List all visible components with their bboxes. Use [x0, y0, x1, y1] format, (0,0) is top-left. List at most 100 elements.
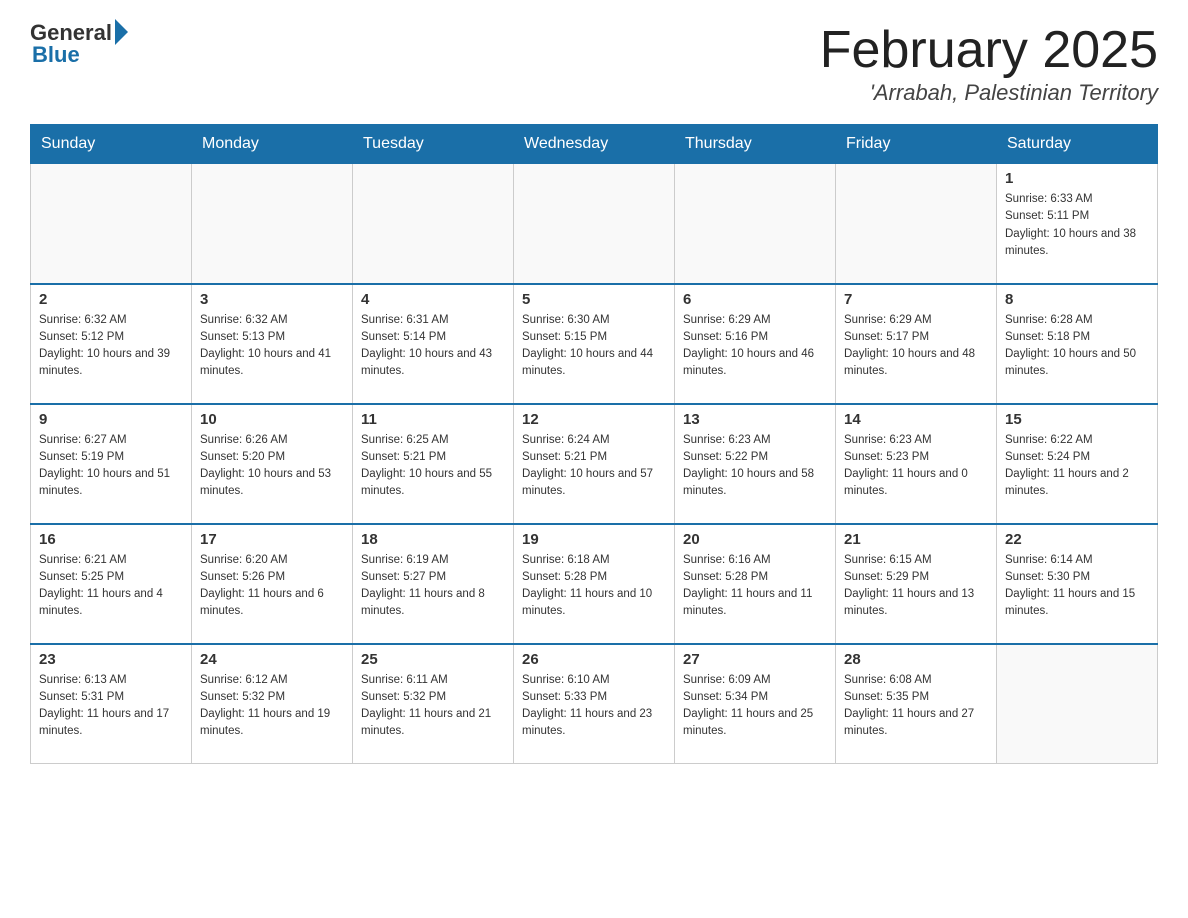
day-info: Sunrise: 6:15 AMSunset: 5:29 PMDaylight:… — [844, 552, 988, 621]
day-info: Sunrise: 6:23 AMSunset: 5:23 PMDaylight:… — [844, 432, 988, 501]
calendar-cell: 28 Sunrise: 6:08 AMSunset: 5:35 PMDayligh… — [836, 644, 997, 764]
day-number: 1 — [1005, 170, 1149, 187]
calendar-cell: 19 Sunrise: 6:18 AMSunset: 5:28 PMDayligh… — [514, 524, 675, 644]
day-number: 8 — [1005, 291, 1149, 308]
calendar-cell: 5Sunrise: 6:30 AMSunset: 5:15 PMDaylight… — [514, 284, 675, 404]
day-number: 10 — [200, 411, 344, 428]
day-info: Sunrise: 6:27 AMSunset: 5:19 PMDaylight:… — [39, 432, 183, 501]
day-info: Sunrise: 6:30 AMSunset: 5:15 PMDaylight:… — [522, 312, 666, 381]
calendar-cell — [192, 164, 353, 284]
day-number: 3 — [200, 291, 344, 308]
day-info: Sunrise: 6:26 AMSunset: 5:20 PMDaylight:… — [200, 432, 344, 501]
day-info: Sunrise: 6:08 AMSunset: 5:35 PMDaylight:… — [844, 672, 988, 741]
calendar-cell: 3 Sunrise: 6:32 AMSunset: 5:13 PMDaylight… — [192, 284, 353, 404]
page-header: General Blue February 2025 'Arrabah, Pal… — [30, 20, 1158, 106]
calendar-cell: 20 Sunrise: 6:16 AMSunset: 5:28 PMDayligh… — [675, 524, 836, 644]
day-info: Sunrise: 6:29 AMSunset: 5:16 PMDaylight:… — [683, 312, 827, 381]
day-number: 16 — [39, 531, 183, 548]
calendar-cell: 10 Sunrise: 6:26 AMSunset: 5:20 PMDayligh… — [192, 404, 353, 524]
calendar-cell: 24 Sunrise: 6:12 AMSunset: 5:32 PMDayligh… — [192, 644, 353, 764]
col-header-thursday: Thursday — [675, 125, 836, 164]
logo-arrow-icon — [115, 19, 128, 45]
day-number: 7 — [844, 291, 988, 308]
day-number: 17 — [200, 531, 344, 548]
month-year-title: February 2025 — [820, 20, 1158, 80]
day-number: 20 — [683, 531, 827, 548]
day-number: 27 — [683, 651, 827, 668]
col-header-sunday: Sunday — [31, 125, 192, 164]
day-number: 18 — [361, 531, 505, 548]
day-info: Sunrise: 6:32 AMSunset: 5:13 PMDaylight:… — [200, 312, 344, 381]
day-number: 23 — [39, 651, 183, 668]
day-info: Sunrise: 6:21 AMSunset: 5:25 PMDaylight:… — [39, 552, 183, 621]
week-row-1: 1 Sunrise: 6:33 AMSunset: 5:11 PMDaylight… — [31, 164, 1158, 284]
calendar-cell: 16 Sunrise: 6:21 AMSunset: 5:25 PMDayligh… — [31, 524, 192, 644]
day-number: 21 — [844, 531, 988, 548]
calendar-table: SundayMondayTuesdayWednesdayThursdayFrid… — [30, 124, 1158, 764]
calendar-cell: 22 Sunrise: 6:14 AMSunset: 5:30 PMDayligh… — [997, 524, 1158, 644]
calendar-cell — [675, 164, 836, 284]
calendar-cell: 11 Sunrise: 6:25 AMSunset: 5:21 PMDayligh… — [353, 404, 514, 524]
calendar-cell — [353, 164, 514, 284]
day-info: Sunrise: 6:23 AMSunset: 5:22 PMDaylight:… — [683, 432, 827, 501]
day-info: Sunrise: 6:14 AMSunset: 5:30 PMDaylight:… — [1005, 552, 1149, 621]
title-block: February 2025 'Arrabah, Palestinian Terr… — [820, 20, 1158, 106]
day-info: Sunrise: 6:33 AMSunset: 5:11 PMDaylight:… — [1005, 191, 1149, 260]
calendar-cell: 18Sunrise: 6:19 AMSunset: 5:27 PMDayligh… — [353, 524, 514, 644]
day-number: 24 — [200, 651, 344, 668]
calendar-cell: 27Sunrise: 6:09 AMSunset: 5:34 PMDayligh… — [675, 644, 836, 764]
calendar-cell: 6 Sunrise: 6:29 AMSunset: 5:16 PMDaylight… — [675, 284, 836, 404]
day-info: Sunrise: 6:10 AMSunset: 5:33 PMDaylight:… — [522, 672, 666, 741]
week-row-4: 16 Sunrise: 6:21 AMSunset: 5:25 PMDayligh… — [31, 524, 1158, 644]
col-header-tuesday: Tuesday — [353, 125, 514, 164]
day-number: 2 — [39, 291, 183, 308]
day-number: 28 — [844, 651, 988, 668]
day-number: 14 — [844, 411, 988, 428]
day-info: Sunrise: 6:13 AMSunset: 5:31 PMDaylight:… — [39, 672, 183, 741]
day-number: 12 — [522, 411, 666, 428]
day-number: 22 — [1005, 531, 1149, 548]
day-info: Sunrise: 6:22 AMSunset: 5:24 PMDaylight:… — [1005, 432, 1149, 501]
day-number: 19 — [522, 531, 666, 548]
calendar-cell: 26 Sunrise: 6:10 AMSunset: 5:33 PMDayligh… — [514, 644, 675, 764]
day-number: 26 — [522, 651, 666, 668]
day-info: Sunrise: 6:16 AMSunset: 5:28 PMDaylight:… — [683, 552, 827, 621]
day-info: Sunrise: 6:25 AMSunset: 5:21 PMDaylight:… — [361, 432, 505, 501]
week-row-3: 9 Sunrise: 6:27 AMSunset: 5:19 PMDaylight… — [31, 404, 1158, 524]
day-number: 11 — [361, 411, 505, 428]
calendar-cell: 8 Sunrise: 6:28 AMSunset: 5:18 PMDaylight… — [997, 284, 1158, 404]
day-info: Sunrise: 6:28 AMSunset: 5:18 PMDaylight:… — [1005, 312, 1149, 381]
calendar-cell: 4Sunrise: 6:31 AMSunset: 5:14 PMDaylight… — [353, 284, 514, 404]
day-info: Sunrise: 6:20 AMSunset: 5:26 PMDaylight:… — [200, 552, 344, 621]
calendar-cell: 9 Sunrise: 6:27 AMSunset: 5:19 PMDaylight… — [31, 404, 192, 524]
col-header-monday: Monday — [192, 125, 353, 164]
calendar-cell: 12 Sunrise: 6:24 AMSunset: 5:21 PMDayligh… — [514, 404, 675, 524]
calendar-cell — [836, 164, 997, 284]
calendar-cell: 17 Sunrise: 6:20 AMSunset: 5:26 PMDayligh… — [192, 524, 353, 644]
col-header-saturday: Saturday — [997, 125, 1158, 164]
day-number: 4 — [361, 291, 505, 308]
day-number: 9 — [39, 411, 183, 428]
calendar-cell — [997, 644, 1158, 764]
day-info: Sunrise: 6:29 AMSunset: 5:17 PMDaylight:… — [844, 312, 988, 381]
calendar-cell — [31, 164, 192, 284]
calendar-cell: 25 Sunrise: 6:11 AMSunset: 5:32 PMDayligh… — [353, 644, 514, 764]
calendar-cell: 21 Sunrise: 6:15 AMSunset: 5:29 PMDayligh… — [836, 524, 997, 644]
calendar-cell: 14 Sunrise: 6:23 AMSunset: 5:23 PMDayligh… — [836, 404, 997, 524]
day-info: Sunrise: 6:24 AMSunset: 5:21 PMDaylight:… — [522, 432, 666, 501]
calendar-cell: 2 Sunrise: 6:32 AMSunset: 5:12 PMDaylight… — [31, 284, 192, 404]
logo-blue-text: Blue — [32, 42, 80, 68]
calendar-cell — [514, 164, 675, 284]
day-number: 25 — [361, 651, 505, 668]
header-row: SundayMondayTuesdayWednesdayThursdayFrid… — [31, 125, 1158, 164]
day-number: 6 — [683, 291, 827, 308]
location-title: 'Arrabah, Palestinian Territory — [820, 80, 1158, 106]
calendar-cell: 1 Sunrise: 6:33 AMSunset: 5:11 PMDaylight… — [997, 164, 1158, 284]
logo: General Blue — [30, 20, 128, 68]
day-info: Sunrise: 6:18 AMSunset: 5:28 PMDaylight:… — [522, 552, 666, 621]
day-info: Sunrise: 6:11 AMSunset: 5:32 PMDaylight:… — [361, 672, 505, 741]
calendar-cell: 15Sunrise: 6:22 AMSunset: 5:24 PMDayligh… — [997, 404, 1158, 524]
week-row-5: 23 Sunrise: 6:13 AMSunset: 5:31 PMDayligh… — [31, 644, 1158, 764]
day-info: Sunrise: 6:32 AMSunset: 5:12 PMDaylight:… — [39, 312, 183, 381]
day-info: Sunrise: 6:12 AMSunset: 5:32 PMDaylight:… — [200, 672, 344, 741]
